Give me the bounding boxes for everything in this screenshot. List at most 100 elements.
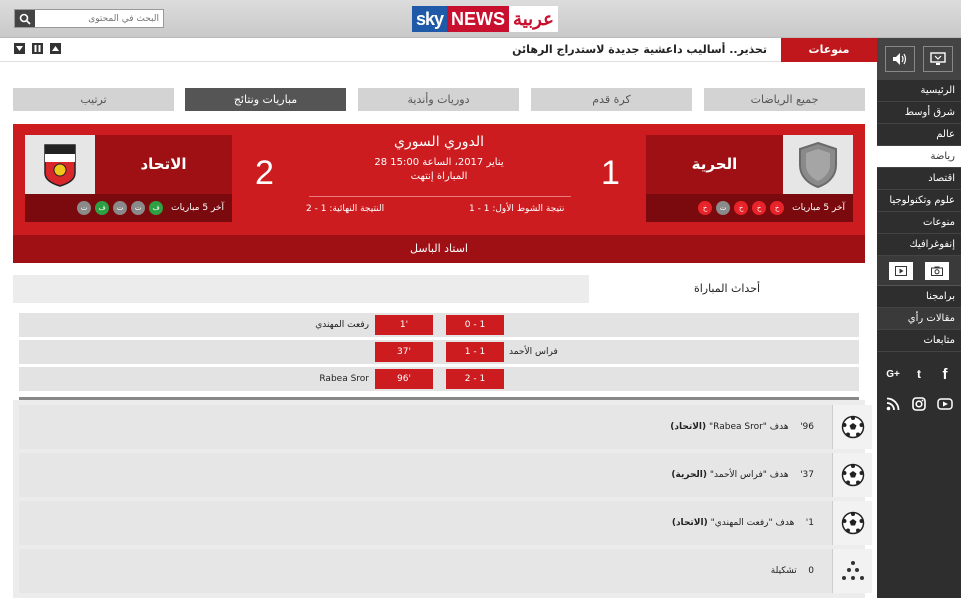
sidebar-item-economy[interactable]: اقتصاد	[877, 168, 961, 190]
away-score: 2	[255, 154, 274, 192]
shield-icon	[799, 141, 837, 188]
ball-icon	[841, 463, 864, 487]
event-type: هدف	[775, 518, 795, 528]
league-name[interactable]: الدوري السوري	[303, 134, 575, 150]
tab-leagues-clubs[interactable]: دوريات وأندية	[358, 88, 519, 111]
ticker-headline[interactable]: تحذير.. أساليب داعشية جديدة لاستدراج الر…	[512, 38, 767, 62]
away-team-box[interactable]: الاتحاد ت ف ت ت ف آخر 5 مباريات	[25, 135, 232, 222]
logo-arabic: عربية	[509, 6, 558, 32]
event-team: (الاتحاد)	[670, 422, 707, 432]
main-content: تحذير.. أساليب داعشية جديدة لاستدراج الر…	[0, 38, 877, 598]
sidebar-item-opinion[interactable]: مقالات رأي	[877, 308, 961, 330]
ticker-down-button[interactable]	[14, 43, 25, 54]
search-button[interactable]	[15, 10, 35, 27]
sidebar-item-world[interactable]: عالم	[877, 124, 961, 146]
goal-score: 1 - 1	[446, 342, 504, 362]
logo[interactable]: sky NEWS عربية	[412, 6, 558, 32]
photos-link[interactable]	[925, 261, 949, 280]
gplus-icon[interactable]: G+	[883, 364, 903, 384]
logo-news: NEWS	[447, 6, 510, 32]
event-type: تشكيلة	[770, 566, 797, 576]
event-row: 1' هدف "رفعت المهندي" (الاتحاد)	[19, 501, 872, 545]
sidebar-item-infographic[interactable]: إنفوغرافيك	[877, 234, 961, 256]
home-team-box[interactable]: الحرية خ ت خ خ خ آخر 5 مباريات	[646, 135, 853, 222]
event-minute: 1'	[805, 518, 814, 528]
goal-score: 2 - 1	[446, 369, 504, 389]
goal-minute: 1'	[375, 315, 433, 335]
page: sky NEWS عربية تحذير.. أساليب داعشية جدي…	[0, 0, 961, 598]
home-last5-label: آخر 5 مباريات	[792, 203, 845, 213]
away-team-name: الاتحاد	[140, 155, 187, 173]
event-minute: 96'	[800, 422, 814, 432]
search-icon	[19, 13, 31, 25]
youtube-glyph	[937, 398, 953, 410]
away-scorer: Rabea Sror	[319, 374, 369, 384]
event-text: 96' هدف "Rabea Sror" (الاتحاد)	[670, 405, 814, 449]
home-team-name: الحرية	[691, 155, 738, 173]
sidebar-item-programs[interactable]: برامجنا	[877, 286, 961, 308]
event-type: هدف	[769, 422, 789, 432]
ticker-label: منوعات	[781, 38, 877, 62]
ball-icon	[841, 415, 864, 439]
away-result-2: ف	[95, 201, 110, 215]
away-last5: ت ف ت ت ف آخر 5 مباريات	[25, 194, 232, 222]
ticker-pause-button[interactable]	[32, 43, 43, 54]
home-result-1: خ	[698, 201, 713, 215]
event-icon-cell	[832, 453, 872, 497]
event-player: "رفعت المهندي"	[710, 518, 773, 528]
search-input[interactable]	[35, 10, 163, 27]
social-row: G+ t f	[877, 358, 961, 388]
center-divider	[309, 196, 571, 197]
ball-icon	[841, 511, 864, 535]
tab-football[interactable]: كرة قدم	[531, 88, 692, 111]
sidebar-item-variety[interactable]: منوعات	[877, 212, 961, 234]
twitter-icon[interactable]: t	[909, 364, 929, 384]
half-time-score: نتيجة الشوط الأول: 1 - 1	[469, 204, 565, 214]
event-player: "فراس الأحمد"	[709, 470, 767, 480]
away-result-4: ت	[131, 201, 146, 215]
club-crest-icon	[44, 143, 76, 187]
tab-all-sports[interactable]: جميع الرياضات	[704, 88, 865, 111]
live-tv-button[interactable]	[923, 46, 953, 72]
event-text: 0 تشكيلة	[771, 549, 814, 593]
sidebar-item-home[interactable]: الرئيسية	[877, 80, 961, 102]
rss-icon[interactable]	[883, 394, 903, 414]
top-header: sky NEWS عربية	[0, 0, 961, 38]
home-score: 1	[601, 154, 620, 192]
event-icon-cell	[832, 501, 872, 545]
news-ticker: تحذير.. أساليب داعشية جديدة لاستدراج الر…	[0, 38, 877, 62]
sidebar-item-middle-east[interactable]: شرق أوسط	[877, 102, 961, 124]
instagram-icon[interactable]	[909, 394, 929, 414]
sidebar-item-follow-ups[interactable]: متابعات	[877, 330, 961, 352]
match-info: الدوري السوري 28 يناير 2017، الساعة 15:0…	[303, 134, 575, 182]
event-icon-cell	[832, 405, 872, 449]
ticker-up-button[interactable]	[50, 43, 61, 54]
home-result-2: ت	[716, 201, 731, 215]
tab-standings[interactable]: ترتيب	[13, 88, 174, 111]
home-result-3: خ	[734, 201, 749, 215]
search-box	[14, 9, 164, 28]
facebook-icon[interactable]: f	[935, 364, 955, 384]
sidebar-top-icons	[877, 38, 961, 80]
event-type: هدف	[769, 470, 789, 480]
home-last5: خ ت خ خ خ آخر 5 مباريات	[646, 194, 853, 222]
match-status: المباراة إنتهت	[410, 171, 468, 182]
arrow-up-icon	[52, 46, 59, 51]
youtube-icon[interactable]	[935, 394, 955, 414]
event-text: 37' هدف "فراس الأحمد" (الحرية)	[671, 453, 814, 497]
tab-match-events[interactable]: أحداث المباراة	[589, 275, 865, 303]
event-team: (الاتحاد)	[671, 518, 708, 528]
sidebar-item-science-tech[interactable]: علوم وتكنولوجيا	[877, 190, 961, 212]
formation-icon	[841, 561, 864, 580]
sidebar-item-sports[interactable]: رياضة	[877, 146, 961, 168]
home-result-5: خ	[770, 201, 785, 215]
tab-matches-results[interactable]: مباريات ونتائج	[185, 88, 346, 111]
away-result-5: ف	[149, 201, 164, 215]
camera-icon	[931, 266, 943, 276]
volume-button[interactable]	[885, 46, 915, 72]
goal-score: 0 - 1	[446, 315, 504, 335]
video-link[interactable]	[889, 261, 913, 280]
away-team-logo	[25, 135, 95, 194]
event-minute: 0	[808, 566, 814, 576]
divider	[19, 397, 859, 400]
